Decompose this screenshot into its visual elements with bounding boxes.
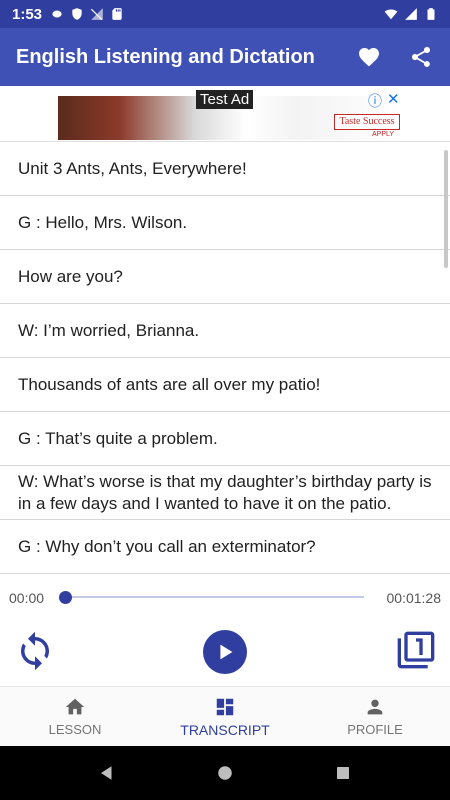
transcript-text: W: What’s worse is that my daughter’s bi…	[18, 471, 432, 513]
repeat-button[interactable]	[14, 628, 56, 674]
nav-profile-label: PROFILE	[347, 722, 403, 737]
play-button[interactable]	[203, 630, 247, 674]
nav-lesson[interactable]: LESSON	[0, 687, 150, 746]
seek-track[interactable]	[65, 596, 364, 598]
status-bar: 1:53	[0, 0, 450, 28]
status-time: 1:53	[12, 5, 43, 23]
settings-icon	[51, 9, 63, 19]
sd-card-icon	[112, 8, 122, 20]
cell-signal-icon	[405, 8, 417, 20]
current-time: 00:00	[9, 590, 45, 606]
nav-profile[interactable]: PROFILE	[300, 687, 450, 746]
transcript-row[interactable]: G : Hello, Mrs. Wilson.	[0, 196, 450, 250]
play-icon	[220, 644, 233, 660]
filter-one-icon	[397, 631, 435, 669]
transcript-row[interactable]: Unit 3 Ants, Ants, Everywhere!	[0, 142, 450, 196]
transcript-text: Thousands of ants are all over my patio!	[18, 374, 321, 394]
transcript-list[interactable]: Unit 3 Ants, Ants, Everywhere! G : Hello…	[0, 142, 450, 578]
transcript-row[interactable]: How are you?	[0, 250, 450, 304]
nav-transcript[interactable]: TRANSCRIPT	[150, 687, 300, 746]
nav-transcript-label: TRANSCRIPT	[180, 721, 270, 738]
home-button-icon[interactable]	[216, 764, 234, 782]
transcript-text: How are you?	[18, 266, 123, 286]
favorite-button[interactable]	[356, 44, 382, 70]
share-button[interactable]	[408, 44, 434, 70]
ad-info-icon[interactable]: ⓘ	[368, 91, 382, 111]
scrollbar[interactable]	[444, 150, 448, 268]
signal-off-icon	[90, 8, 103, 21]
transcript-row[interactable]: W: What’s worse is that my daughter’s bi…	[0, 466, 450, 520]
repeat-icon	[21, 631, 49, 671]
transcript-text: G : Why don’t you call an exterminator?	[18, 536, 316, 556]
person-icon	[367, 699, 383, 715]
transcript-text: G : That’s quite a problem.	[18, 428, 218, 448]
audio-player: 00:00 00:01:28	[0, 578, 450, 686]
bottom-navigation: LESSON TRANSCRIPT PROFILE	[0, 686, 450, 746]
shield-icon	[72, 8, 82, 20]
dashboard-icon	[216, 698, 234, 715]
repeat-one-button[interactable]	[396, 630, 436, 670]
app-bar: English Listening and Dictation	[0, 28, 450, 86]
transcript-text: Unit 3 Ants, Ants, Everywhere!	[18, 158, 247, 178]
back-icon[interactable]	[98, 764, 116, 782]
transcript-text: G : Hello, Mrs. Wilson.	[18, 212, 188, 232]
transcript-text: W: I’m worried, Brianna.	[18, 320, 200, 340]
ad-close-icon[interactable]: ✕	[387, 90, 400, 108]
battery-icon	[427, 8, 435, 20]
transcript-row[interactable]: G : That’s quite a problem.	[0, 412, 450, 466]
ad-brand: Taste Success	[334, 114, 400, 130]
transcript-row[interactable]: W: I’m worried, Brianna.	[0, 304, 450, 358]
ad-label: Test Ad	[196, 90, 254, 109]
heart-icon	[359, 48, 379, 67]
wifi-icon	[384, 9, 398, 20]
ad-apply[interactable]: APPLY	[372, 131, 394, 138]
system-navigation	[0, 746, 450, 800]
recents-icon[interactable]	[334, 764, 352, 782]
nav-lesson-label: LESSON	[48, 722, 102, 737]
home-icon	[65, 698, 85, 715]
seek-thumb[interactable]	[59, 591, 72, 604]
total-time: 00:01:28	[386, 590, 442, 606]
transcript-row[interactable]: Thousands of ants are all over my patio!	[0, 358, 450, 412]
app-title: English Listening and Dictation	[16, 45, 315, 68]
share-icon	[412, 47, 430, 67]
transcript-row[interactable]: G : Why don’t you call an exterminator?	[0, 520, 450, 574]
